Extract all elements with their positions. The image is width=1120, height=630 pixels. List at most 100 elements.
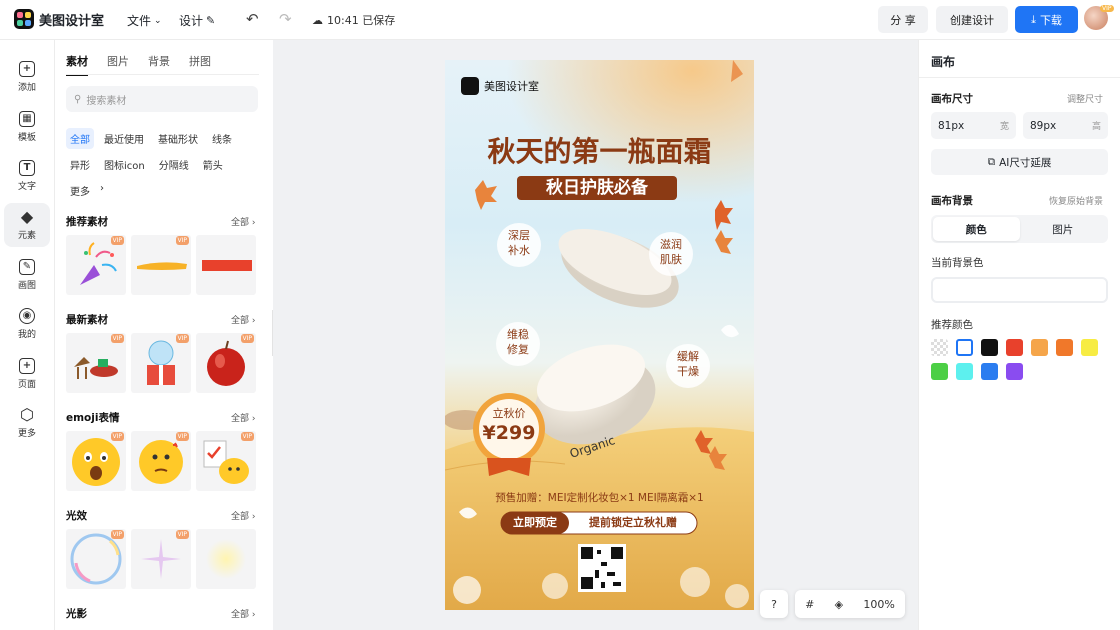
asset-emoji-thinking[interactable]: VIP [131, 431, 191, 491]
asset-sleigh[interactable]: VIP [66, 333, 126, 393]
adjust-size-link[interactable]: 调整尺寸 [1067, 92, 1103, 105]
create-design-button[interactable]: 创建设计 [936, 6, 1008, 33]
vip-tag: VIP [110, 530, 124, 539]
nav-pages[interactable]: + 页面 [4, 352, 50, 396]
cta-reserve[interactable]: 立即预定 [501, 512, 569, 534]
see-all-link[interactable]: 全部 › [231, 313, 255, 326]
feature-bubble[interactable]: 维稳 修复 [496, 327, 540, 357]
grid-icon[interactable]: # [805, 598, 814, 611]
panel-title: 画布 [931, 55, 956, 69]
height-unit: 高 [1091, 122, 1101, 132]
layers-icon[interactable]: ◈ [835, 598, 843, 611]
feature-bubble[interactable]: 深层 补水 [497, 228, 541, 258]
add-icon: + [19, 61, 35, 77]
chip-dividers[interactable]: 分隔线 [155, 154, 193, 175]
price-label[interactable]: 立秋价 [479, 405, 539, 421]
see-all-label: 全部 [231, 512, 250, 522]
asset-bubble[interactable]: VIP [66, 529, 126, 589]
cta-gift[interactable]: 提前锁定立秋礼赠 [569, 512, 697, 534]
color-swatch[interactable] [1006, 339, 1023, 356]
poster-brand[interactable]: 美图设计室 [461, 77, 539, 95]
nav-text[interactable]: T 文字 [4, 154, 50, 198]
undo-icon[interactable]: ↶ [246, 10, 259, 28]
color-swatch[interactable] [956, 339, 973, 356]
tab-images[interactable]: 图片 [107, 53, 129, 76]
asset-tabs: 素材 图片 背景 拼图 [66, 53, 211, 76]
nav-mine[interactable]: ◉ 我的 [4, 302, 50, 346]
cube-icon: ⬡ [20, 405, 34, 424]
color-swatch[interactable] [981, 363, 998, 380]
asset-glow[interactable] [196, 529, 256, 589]
color-swatch[interactable] [1006, 363, 1023, 380]
chip-recent[interactable]: 最近使用 [100, 128, 148, 149]
chip-arrows[interactable]: 箭头 [199, 154, 227, 175]
asset-apple[interactable]: VIP [196, 333, 256, 393]
asset-gift-globe[interactable]: VIP [131, 333, 191, 393]
see-all-label: 全部 [231, 218, 250, 228]
feature-bubble[interactable]: 缓解 干燥 [666, 349, 710, 379]
poster-subheadline[interactable]: 秋日护肤必备 [517, 176, 677, 200]
see-all-link[interactable]: 全部 › [231, 607, 255, 620]
help-button[interactable]: ? [760, 590, 788, 618]
color-swatch[interactable] [1056, 339, 1073, 356]
width-field[interactable]: 81px 宽 [931, 112, 1016, 139]
tab-image[interactable]: 图片 [1020, 217, 1107, 241]
ai-resize-button[interactable]: ⧉ AI尺寸延展 [931, 149, 1108, 175]
asset-brush-stroke[interactable]: VIP [131, 235, 191, 295]
cloud-icon: ☁ [312, 13, 323, 27]
see-all-link[interactable]: 全部 › [231, 215, 255, 228]
nav-elements[interactable]: ◆ 元素 [4, 203, 50, 247]
chip-all[interactable]: 全部 [66, 128, 94, 149]
more-chip[interactable]: 更多 › [66, 180, 104, 201]
see-all-link[interactable]: 全部 › [231, 411, 255, 424]
height-field[interactable]: 89px 高 [1023, 112, 1108, 139]
price-value[interactable]: ¥299 [479, 422, 539, 444]
chevron-down-icon: ⌄ [154, 15, 162, 26]
asset-emoji-scared[interactable]: VIP [66, 431, 126, 491]
asset-emoji-checklist[interactable]: VIP [196, 431, 256, 491]
color-swatch[interactable] [956, 363, 973, 380]
nav-add[interactable]: + 添加 [4, 55, 50, 99]
chip-shapes[interactable]: 基础形状 [154, 128, 202, 149]
design-menu[interactable]: 设计 ✎ [179, 12, 215, 29]
nav-draw[interactable]: ✎ 画图 [4, 253, 50, 297]
feature-bubble[interactable]: 滋润 肌肤 [649, 237, 693, 267]
tab-color[interactable]: 颜色 [933, 217, 1020, 241]
vip-tag: VIP [240, 334, 254, 343]
vip-tag: VIP [110, 236, 124, 245]
height-value: 89px [1030, 119, 1057, 132]
search-input[interactable]: ⚲ 搜索素材 [66, 86, 258, 112]
color-swatch[interactable] [931, 339, 948, 356]
see-all-link[interactable]: 全部 › [231, 509, 255, 522]
zoom-level[interactable]: 100% [863, 598, 894, 611]
presale-text[interactable]: 预售加赠：MEI定制化妆包×1 MEI隔离霜×1 [445, 490, 754, 505]
chip-irregular[interactable]: 异形 [66, 154, 94, 175]
share-button[interactable]: 分 享 [878, 6, 928, 33]
color-swatch[interactable] [1031, 339, 1048, 356]
poster-headline[interactable]: 秋天的第一瓶面霜 [445, 130, 754, 170]
nav-more[interactable]: ⬡ 更多 [4, 401, 50, 445]
file-menu[interactable]: 文件 ⌄ [127, 12, 162, 29]
asset-party-popper[interactable]: VIP [66, 235, 126, 295]
app-logo[interactable]: 美图设计室 [14, 9, 104, 29]
download-button[interactable]: ⤓ 下载 [1015, 6, 1078, 33]
restore-bg-link[interactable]: 恢复原始背景 [1049, 194, 1103, 207]
tab-backgrounds[interactable]: 背景 [148, 53, 170, 76]
tab-materials[interactable]: 素材 [66, 53, 88, 76]
chip-lines[interactable]: 线条 [208, 128, 236, 149]
chip-icons[interactable]: 图标icon [100, 154, 149, 175]
color-swatch[interactable] [931, 363, 948, 380]
vip-tag: VIP [175, 432, 189, 441]
nav-template[interactable]: ▦ 模板 [4, 105, 50, 149]
vip-tag: VIP [175, 530, 189, 539]
design-canvas[interactable]: 美图设计室 秋天的第一瓶面霜 秋日护肤必备 深层 补水 滋润 肌肤 维稳 修复 … [445, 60, 754, 610]
color-swatch[interactable] [1081, 339, 1098, 356]
tab-collage[interactable]: 拼图 [189, 53, 211, 76]
asset-sparkle[interactable]: VIP [131, 529, 191, 589]
current-color-field[interactable] [931, 277, 1108, 303]
view-controls: # ◈ 100% [795, 590, 905, 618]
color-swatch[interactable] [981, 339, 998, 356]
nav-label: 文字 [17, 182, 36, 192]
redo-icon[interactable]: ↷ [279, 10, 292, 28]
asset-red-bar[interactable] [196, 235, 256, 295]
